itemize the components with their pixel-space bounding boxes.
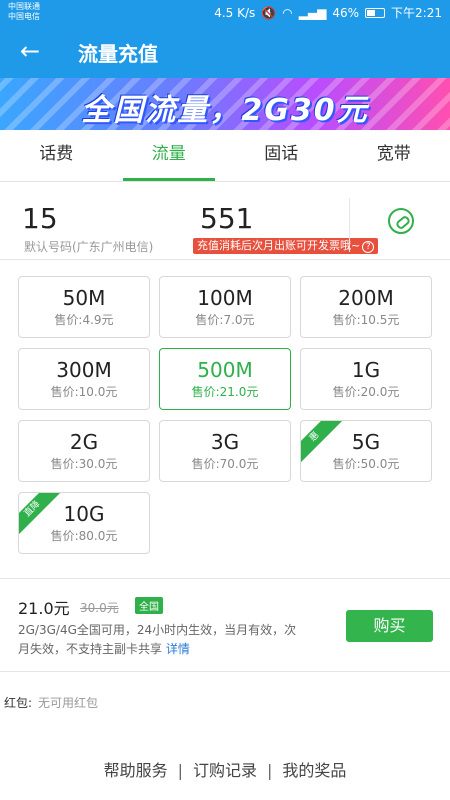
package-300m[interactable]: 300M 售价:10.0元	[18, 348, 150, 410]
package-price: 售价:7.0元	[195, 313, 255, 327]
package-price: 售价:10.5元	[332, 313, 400, 327]
tab-landline[interactable]: 固话	[225, 130, 338, 181]
app-bar: ← 流量充值	[0, 24, 450, 78]
invoice-tip[interactable]: 充值消耗后次月出账可开发票哦~?	[193, 238, 379, 254]
buy-button[interactable]: 购买	[346, 610, 433, 642]
original-price: 30.0元	[80, 601, 119, 615]
package-200m[interactable]: 200M 售价:10.5元	[300, 276, 432, 338]
selected-price: 21.0元	[18, 599, 70, 618]
red-packet-value: 无可用红包	[38, 696, 99, 710]
wifi-icon: ◠	[282, 5, 293, 20]
status-indicators: 4.5 K/s 🔇 ◠ ▂▄▆ 46% 下午2:21	[214, 4, 442, 21]
package-price: 售价:70.0元	[191, 457, 259, 471]
package-2g[interactable]: 2G 售价:30.0元	[18, 420, 150, 482]
order-history-link[interactable]: 订购记录	[193, 761, 257, 780]
package-price: 售价:10.0元	[50, 385, 118, 399]
detail-link[interactable]: 详情	[166, 642, 190, 656]
package-price: 售价:20.0元	[332, 385, 400, 399]
separator: |	[177, 761, 183, 780]
mute-icon: 🔇	[261, 5, 277, 20]
package-price: 售价:21.0元	[191, 385, 259, 399]
package-description: 2G/3G/4G全国可用，24小时内生效，当月有效，次月失效，不支持主副卡共享 …	[18, 621, 298, 659]
clock: 下午2:21	[391, 6, 442, 20]
package-size: 50M	[62, 286, 106, 310]
package-price: 售价:80.0元	[50, 529, 118, 543]
scope-badge: 全国	[135, 597, 163, 614]
separator: |	[267, 761, 273, 780]
package-size: 3G	[210, 430, 240, 454]
package-50m[interactable]: 50M 售价:4.9元	[18, 276, 150, 338]
promo-banner[interactable]: 全国流量，2G30元	[0, 78, 450, 130]
package-price: 售价:4.9元	[54, 313, 114, 327]
package-price: 售价:30.0元	[50, 457, 118, 471]
page-title: 流量充值	[78, 42, 158, 66]
carrier-2: 中国电信	[8, 12, 40, 21]
package-100m[interactable]: 100M 售价:7.0元	[159, 276, 291, 338]
package-5g[interactable]: 惠 5G 售价:50.0元	[300, 420, 432, 482]
contact-link-icon[interactable]	[388, 208, 414, 234]
phone-number-label: 默认号码(广东广州电信)	[24, 240, 154, 254]
network-speed: 4.5 K/s	[214, 5, 256, 20]
battery-percent: 46%	[332, 5, 360, 20]
help-service-link[interactable]: 帮助服务	[104, 761, 168, 780]
signal-icon: ▂▄▆	[298, 5, 327, 20]
package-1g[interactable]: 1G 售价:20.0元	[300, 348, 432, 410]
red-packet-label: 红包:	[4, 696, 33, 710]
battery-icon	[365, 7, 386, 18]
invoice-tip-text: 充值消耗后次月出账可开发票哦~	[197, 239, 361, 252]
package-size: 2G	[69, 430, 99, 454]
package-10g[interactable]: 直降 10G 售价:80.0元	[18, 492, 150, 554]
order-summary: 21.0元 30.0元 全国 2G/3G/4G全国可用，24小时内生效，当月有效…	[0, 578, 450, 672]
package-3g[interactable]: 3G 售价:70.0元	[159, 420, 291, 482]
package-500m[interactable]: 500M 售价:21.0元	[159, 348, 291, 410]
package-size: 500M	[197, 358, 253, 382]
footer-links: 帮助服务 | 订购记录 | 我的奖品	[0, 757, 450, 781]
back-arrow-icon[interactable]: ←	[14, 36, 46, 66]
tab-phone-bill[interactable]: 话费	[0, 130, 113, 181]
phone-number-prefix[interactable]: 15	[22, 202, 58, 235]
package-size: 300M	[56, 358, 112, 382]
tab-data[interactable]: 流量	[113, 130, 226, 181]
carrier-1: 中国联通	[8, 2, 40, 11]
package-price: 售价:50.0元	[332, 457, 400, 471]
status-bar: 中国联通 中国电信 4.5 K/s 🔇 ◠ ▂▄▆ 46% 下午2:21	[0, 0, 450, 24]
red-packet-row[interactable]: 红包: 无可用红包	[4, 694, 98, 711]
divider	[349, 198, 350, 252]
package-size: 1G	[351, 358, 381, 382]
carrier-info: 中国联通 中国电信	[8, 2, 40, 22]
description-text: 2G/3G/4G全国可用，24小时内生效，当月有效，次月失效，不支持主副卡共享	[18, 623, 297, 656]
package-size: 100M	[197, 286, 253, 310]
recharge-tabs: 话费 流量 固话 宽带	[0, 130, 450, 182]
my-prizes-link[interactable]: 我的奖品	[282, 761, 346, 780]
phone-number-suffix[interactable]: 551	[200, 202, 253, 235]
tab-broadband[interactable]: 宽带	[338, 130, 450, 181]
phone-number-area: 15 551 默认号码(广东广州电信) 充值消耗后次月出账可开发票哦~?	[0, 190, 450, 260]
question-icon: ?	[362, 241, 375, 253]
banner-text: 全国流量，2G30元	[81, 93, 369, 128]
package-size: 200M	[338, 286, 394, 310]
